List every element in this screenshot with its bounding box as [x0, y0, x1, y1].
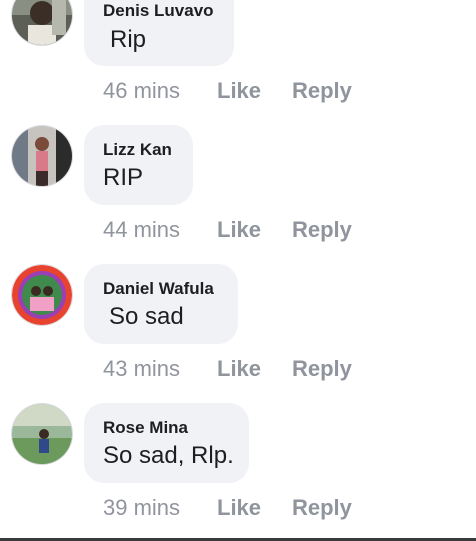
avatar[interactable]: [12, 126, 72, 186]
comment-timestamp: 43 mins: [103, 356, 181, 381]
like-button[interactable]: Like: [217, 495, 261, 521]
comment-timestamp: 46 mins: [103, 78, 181, 103]
comment-bubble[interactable]: Denis Luvavo Rip: [84, 0, 234, 66]
reply-button[interactable]: Reply: [292, 495, 352, 521]
avatar[interactable]: [12, 265, 72, 325]
profile-photo-icon: [12, 265, 72, 325]
comment-bubble[interactable]: Lizz Kan RIP: [84, 125, 193, 205]
comment-bubble[interactable]: Rose Mina So sad, Rlp.: [84, 403, 249, 483]
reply-button[interactable]: Reply: [292, 78, 352, 104]
reply-button[interactable]: Reply: [292, 356, 352, 382]
comment-item: Rose Mina So sad, Rlp. 39 mins Like Repl…: [0, 402, 476, 541]
reply-button[interactable]: Reply: [292, 217, 352, 243]
comment-text: So sad: [109, 303, 184, 330]
comment-item: Denis Luvavo Rip 46 mins Like Reply: [0, 0, 476, 139]
comment-item: Lizz Kan RIP 44 mins Like Reply: [0, 124, 476, 263]
comment-author[interactable]: Daniel Wafula: [103, 279, 214, 299]
comment-text: So sad, Rlp.: [103, 442, 234, 469]
avatar[interactable]: [12, 404, 72, 464]
comment-text: Rip: [110, 26, 147, 53]
like-button[interactable]: Like: [217, 356, 261, 382]
comment-author[interactable]: Rose Mina: [103, 418, 188, 438]
comment-author[interactable]: Denis Luvavo: [103, 1, 214, 21]
comment-item: Daniel Wafula So sad 43 mins Like Reply: [0, 263, 476, 402]
like-button[interactable]: Like: [217, 78, 261, 104]
profile-photo-icon: [12, 126, 72, 186]
profile-photo-icon: [12, 0, 72, 45]
like-button[interactable]: Like: [217, 217, 261, 243]
comment-text: RIP: [103, 164, 144, 191]
avatar[interactable]: [12, 0, 72, 45]
comment-timestamp: 44 mins: [103, 217, 181, 242]
comment-author[interactable]: Lizz Kan: [103, 140, 172, 160]
comment-bubble[interactable]: Daniel Wafula So sad: [84, 264, 238, 344]
comment-timestamp: 39 mins: [103, 495, 181, 520]
profile-photo-icon: [12, 404, 72, 464]
